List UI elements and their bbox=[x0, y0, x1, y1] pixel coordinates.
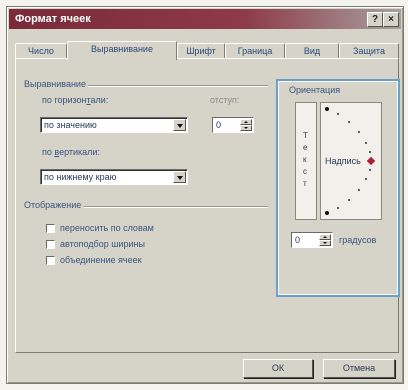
alignment-panel: Выравнивание по горизонтали: по значению… bbox=[15, 58, 400, 353]
close-button[interactable]: × bbox=[383, 12, 399, 27]
chevron-down-icon[interactable] bbox=[173, 119, 186, 131]
dial-endpoint-top bbox=[325, 107, 329, 111]
orientation-dial[interactable]: Надпись bbox=[320, 102, 382, 220]
vertical-text-char: е bbox=[303, 143, 308, 152]
dial-pointer bbox=[366, 156, 376, 166]
format-cells-dialog: Формат ячеек ? × Число Выравнивание Шриф… bbox=[6, 6, 404, 384]
display-group-label: Отображение bbox=[24, 200, 82, 210]
group-divider bbox=[88, 85, 268, 87]
ok-button[interactable]: ОК bbox=[243, 359, 313, 378]
degrees-label: градусов bbox=[339, 235, 377, 245]
autofit-checkbox[interactable] bbox=[46, 240, 55, 249]
close-icon: × bbox=[388, 14, 394, 25]
orientation-group-label: Ориентация bbox=[289, 85, 341, 95]
help-icon: ? bbox=[371, 14, 379, 25]
tab-alignment[interactable]: Выравнивание bbox=[67, 41, 177, 60]
chevron-down-icon[interactable] bbox=[173, 171, 186, 183]
merge-cells-checkbox[interactable] bbox=[46, 256, 55, 265]
dial-dot bbox=[337, 207, 339, 209]
dial-dot bbox=[369, 151, 371, 153]
vertical-label: по вертикали: bbox=[42, 147, 100, 157]
dial-dot bbox=[337, 113, 339, 115]
title-bar: Формат ячеек ? × bbox=[9, 9, 401, 29]
tab-font[interactable]: Шрифт bbox=[177, 43, 225, 59]
dial-dot bbox=[365, 142, 367, 144]
spin-down-icon[interactable] bbox=[240, 125, 252, 131]
dial-dot bbox=[348, 199, 350, 201]
tab-view[interactable]: Вид bbox=[285, 43, 339, 59]
dial-dot bbox=[358, 189, 360, 191]
vertical-text-option[interactable]: Т е к с т bbox=[295, 102, 317, 220]
indent-value: 0 bbox=[216, 120, 222, 130]
dial-endpoint-bottom bbox=[325, 211, 329, 215]
horizontal-label: по горизонтали: bbox=[42, 95, 109, 105]
vertical-text-char: т bbox=[303, 179, 307, 188]
tab-protection[interactable]: Защита bbox=[339, 43, 399, 59]
vertical-text-char: с bbox=[303, 167, 307, 176]
tab-border[interactable]: Граница bbox=[225, 43, 285, 59]
indent-label: отступ: bbox=[210, 95, 240, 105]
horizontal-align-select[interactable]: по значению bbox=[40, 117, 188, 133]
dial-label: Надпись bbox=[325, 156, 361, 166]
help-button[interactable]: ? bbox=[367, 12, 383, 27]
degrees-spinner[interactable]: 0 bbox=[291, 232, 333, 248]
spin-down-icon[interactable] bbox=[319, 240, 331, 246]
group-divider bbox=[84, 206, 268, 208]
wrap-text-label: переносить по словам bbox=[60, 223, 154, 233]
indent-spinner[interactable]: 0 bbox=[212, 117, 254, 133]
dial-dot bbox=[348, 121, 350, 123]
vertical-text-char: к bbox=[303, 155, 307, 164]
dial-dot bbox=[358, 131, 360, 133]
alignment-group-label: Выравнивание bbox=[24, 79, 86, 89]
merge-cells-label: объединение ячеек bbox=[60, 255, 142, 265]
cancel-button[interactable]: Отмена bbox=[323, 359, 395, 378]
vertical-align-select[interactable]: по нижнему краю bbox=[40, 169, 188, 185]
vertical-text-char: Т bbox=[303, 131, 308, 140]
dial-dot bbox=[365, 178, 367, 180]
horizontal-align-value: по значению bbox=[44, 120, 97, 130]
dial-dot bbox=[369, 169, 371, 171]
tab-strip: Число Выравнивание Шрифт Граница Вид Защ… bbox=[15, 41, 399, 60]
wrap-text-checkbox[interactable] bbox=[46, 224, 55, 233]
tab-number[interactable]: Число bbox=[15, 43, 67, 59]
autofit-label: автоподбор ширины bbox=[60, 239, 145, 249]
orientation-group: Ориентация Т е к с т Надпись 0 градусов bbox=[276, 79, 400, 297]
vertical-align-value: по нижнему краю bbox=[44, 172, 117, 182]
degrees-value: 0 bbox=[295, 235, 301, 245]
dialog-title: Формат ячеек bbox=[15, 13, 91, 25]
